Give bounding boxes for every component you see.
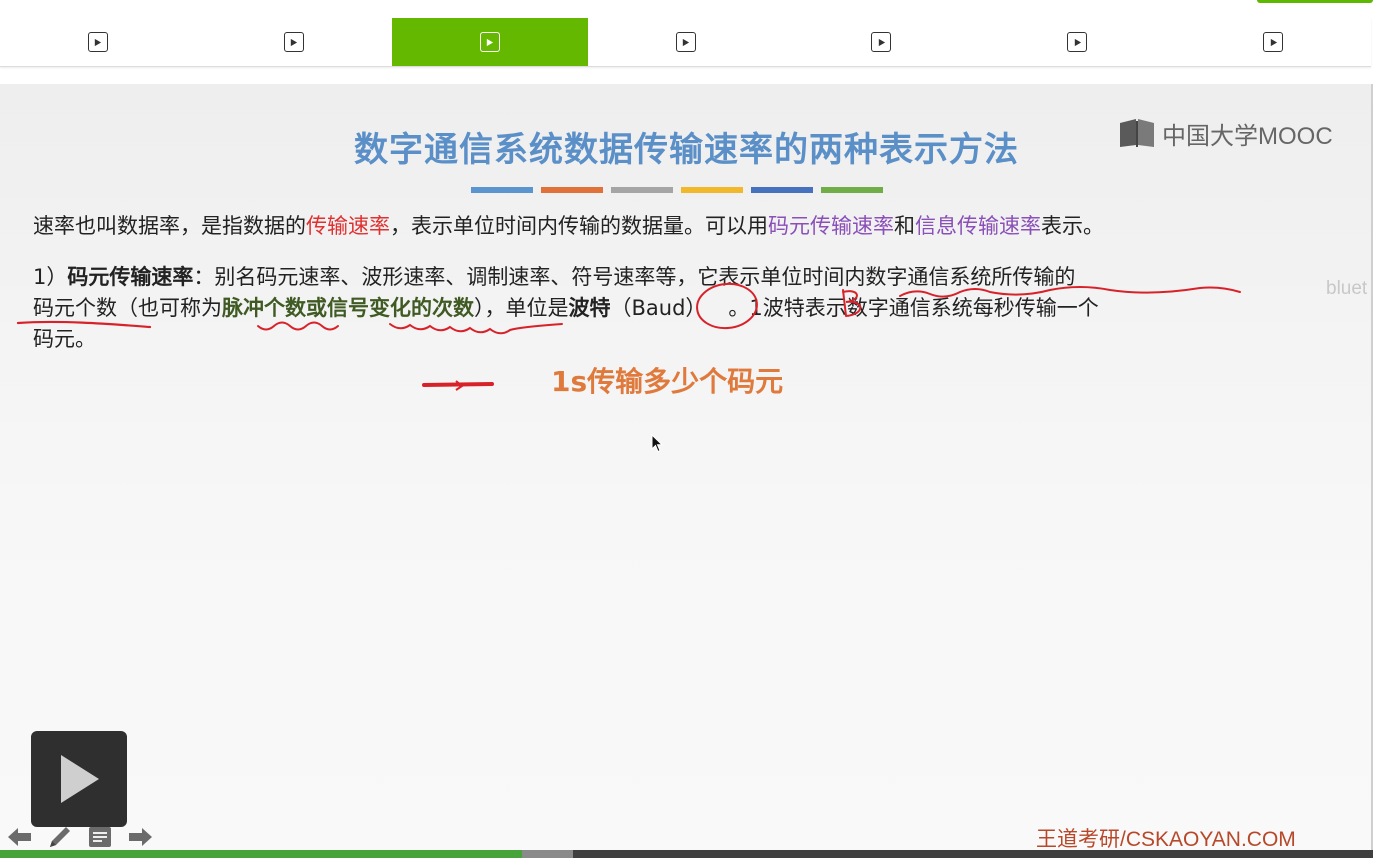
line1-highlight-info-rate: 信息传输速率 (915, 214, 1041, 238)
line3-text-a: 码元个数（也可称为 (33, 296, 222, 320)
line2-term-symbol-rate: 码元传输速率 (67, 265, 194, 289)
line1-text-g: 表示。 (1041, 214, 1104, 238)
tab-play-icon (1263, 32, 1284, 52)
line1-text-a: 速率也叫数据率，是指数据的 (33, 214, 306, 238)
side-cut-label: bluet (1326, 278, 1368, 299)
title-bar-6 (821, 187, 883, 193)
title-bar-4 (681, 187, 743, 193)
title-bar-3 (611, 187, 673, 193)
line3-text-c: ），单位是 (474, 296, 569, 320)
line2-text-a: 1） (33, 265, 68, 289)
watermark-cskaoyan: 王道考研/CSKAOYAN.COM (1036, 828, 1296, 851)
progress-played (0, 850, 522, 858)
tab-play-icon (1067, 32, 1088, 52)
tab-play-icon (871, 32, 892, 52)
player-control-bar (6, 822, 154, 852)
title-bar-2 (541, 187, 603, 193)
tab-play-icon (283, 32, 304, 52)
notes-icon[interactable] (86, 823, 114, 851)
line1-text-e: 和 (894, 214, 915, 238)
big-play-button[interactable] (31, 731, 127, 827)
line2-text-c: ：别名码元速率、波形速率、调制速率、符号速率等，它表示单位时间内数字通信系统所传… (193, 265, 1076, 289)
title-color-bars (471, 187, 883, 193)
orange-annotation-note: 1s传输多少个码元 (551, 365, 784, 398)
slide-line-1: 速率也叫数据率，是指数据的传输速率，表示单位时间内传输的数据量。可以用码元传输速… (33, 210, 1104, 240)
lesson-tab-1[interactable] (0, 18, 196, 66)
line3-term-baud: 波特 (568, 296, 611, 320)
lesson-tab-7[interactable] (1175, 18, 1371, 66)
line1-highlight-transmission-rate: 传输速率 (306, 214, 390, 238)
line1-highlight-symbol-rate: 码元传输速率 (768, 214, 894, 238)
video-progress-bar[interactable] (0, 850, 1373, 858)
slide-canvas (0, 84, 1373, 850)
lesson-tab-3[interactable] (391, 18, 588, 66)
slide-line-3: 码元个数（也可称为脉冲个数或信号变化的次数），单位是波特（Baud） 。1波特表示… (33, 292, 1099, 322)
lesson-tab-bar (0, 18, 1371, 67)
title-bar-5 (751, 187, 813, 193)
line3-text-e: （Baud） (610, 296, 707, 320)
tab-play-icon (675, 32, 696, 52)
mooc-book-icon (1120, 119, 1154, 147)
slide-line-4: 码元。 (33, 327, 96, 351)
back-arrow-icon[interactable] (6, 823, 34, 851)
line3-highlight-pulses: 脉冲个数或信号变化的次数 (222, 296, 474, 320)
lesson-tab-2[interactable] (196, 18, 392, 66)
progress-buffered (522, 850, 573, 858)
top-green-button-edge[interactable] (1257, 0, 1373, 3)
top-strip (0, 0, 1373, 18)
tab-play-icon (87, 32, 108, 52)
lesson-tab-5[interactable] (783, 18, 979, 66)
slide-line-2: 1）码元传输速率：别名码元速率、波形速率、调制速率、符号速率等，它表示单位时间内… (33, 261, 1075, 291)
lesson-tab-6[interactable] (979, 18, 1175, 66)
mooc-logo: 中国大学MOOC (1118, 117, 1333, 150)
play-triangle-icon (61, 755, 99, 803)
mooc-logo-text: 中国大学MOOC (1162, 122, 1333, 150)
lesson-tab-4[interactable] (588, 18, 784, 66)
title-bar-1 (471, 187, 533, 193)
pen-icon[interactable] (46, 823, 74, 851)
line3-text-f: 。1波特表示数字通信系统每秒传输一个 (728, 296, 1099, 320)
forward-arrow-icon[interactable] (126, 823, 154, 851)
line1-text-c: ，表示单位时间内传输的数据量。可以用 (390, 214, 768, 238)
mouse-cursor-icon (651, 434, 664, 453)
tab-play-icon (479, 32, 500, 52)
